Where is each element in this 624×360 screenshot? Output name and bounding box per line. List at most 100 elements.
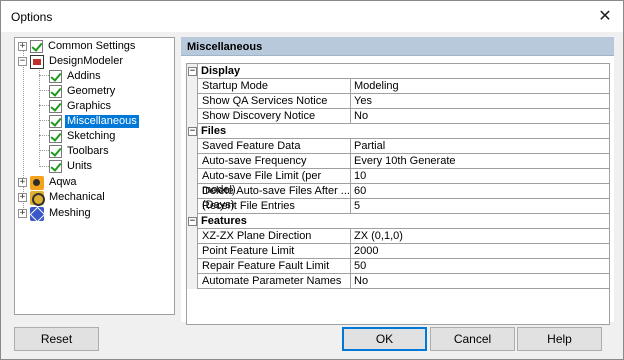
row-gutter — [187, 94, 198, 109]
collapse-icon[interactable]: − — [18, 57, 27, 66]
property-row[interactable]: Automate Parameter Names No — [187, 274, 609, 289]
help-button[interactable]: Help — [517, 327, 602, 351]
reset-button[interactable]: Reset — [14, 327, 99, 351]
property-row[interactable]: Auto-save File Limit (per model) 10 — [187, 169, 609, 196]
meshing-icon — [30, 206, 44, 221]
property-name: Startup Mode — [199, 79, 351, 93]
ok-button[interactable]: OK — [342, 327, 427, 351]
row-gutter — [187, 139, 198, 154]
property-name: Point Feature Limit — [199, 244, 351, 258]
tree-item-mechanical[interactable]: + Mechanical — [18, 190, 107, 206]
row-gutter — [187, 184, 198, 199]
tree-item-sketching[interactable]: Sketching — [49, 129, 117, 144]
tree-item-toolbars[interactable]: Toolbars — [49, 144, 111, 159]
cancel-button[interactable]: Cancel — [430, 327, 515, 351]
property-name: Auto-save File Limit (per model) — [199, 169, 351, 196]
row-gutter — [187, 109, 198, 124]
collapse-icon[interactable]: − — [188, 217, 197, 226]
expand-icon[interactable]: + — [18, 193, 27, 202]
tree-item-label: Mechanical — [49, 191, 105, 203]
expand-icon[interactable]: + — [18, 178, 27, 187]
tree-item-label: Addins — [67, 70, 101, 82]
mechanical-icon — [30, 190, 45, 206]
property-row[interactable]: Startup Mode Modeling — [187, 79, 609, 94]
property-value[interactable]: 10 — [353, 169, 366, 183]
tree-item-common-settings[interactable]: + Common Settings — [18, 39, 137, 54]
property-value[interactable]: Modeling — [353, 79, 399, 93]
tree-connector — [39, 166, 49, 167]
tree-item-label: Units — [67, 160, 93, 172]
tree-connector — [39, 75, 49, 76]
property-grid[interactable]: − Display Startup Mode Modeling Show QA … — [186, 63, 610, 325]
property-value[interactable]: 60 — [353, 184, 366, 198]
property-name: Delete Auto-save Files After ... (Days) — [199, 184, 351, 211]
tree-item-units[interactable]: Units — [49, 159, 94, 174]
check-icon — [49, 100, 62, 113]
panel-header: Miscellaneous — [181, 37, 614, 56]
designmodeler-icon — [30, 54, 44, 69]
tree-item-addins[interactable]: Addins — [49, 69, 103, 84]
tree-connector — [39, 66, 40, 167]
collapse-icon[interactable]: − — [188, 127, 197, 136]
property-row[interactable]: Show Discovery Notice No — [187, 109, 609, 124]
panel-title: Miscellaneous — [187, 41, 263, 53]
tree-item-graphics[interactable]: Graphics — [49, 99, 113, 114]
property-row[interactable]: XZ-ZX Plane Direction ZX (0,1,0) — [187, 229, 609, 244]
row-gutter — [187, 259, 198, 274]
category-row-features[interactable]: − Features — [187, 214, 609, 229]
property-value[interactable]: ZX (0,1,0) — [353, 229, 403, 243]
property-value[interactable]: No — [353, 109, 368, 123]
property-value[interactable]: No — [353, 274, 368, 288]
close-icon[interactable]: ✕ — [593, 5, 617, 27]
row-gutter: − — [187, 124, 198, 139]
tree-item-meshing[interactable]: + Meshing — [18, 206, 93, 221]
property-value[interactable]: Yes — [353, 94, 372, 108]
tree-item-label: Sketching — [67, 130, 116, 142]
property-value[interactable]: 50 — [353, 259, 366, 273]
row-gutter: − — [187, 214, 198, 229]
expand-icon[interactable]: + — [18, 42, 27, 51]
expand-icon[interactable]: + — [18, 209, 27, 218]
property-value[interactable]: Every 10th Generate — [353, 154, 456, 168]
check-icon — [49, 85, 62, 98]
check-icon — [49, 160, 62, 173]
category-row-files[interactable]: − Files — [187, 124, 609, 139]
tree-item-label: Meshing — [49, 207, 91, 219]
check-icon — [30, 40, 43, 53]
property-name: Recent File Entries — [199, 199, 351, 213]
check-icon — [49, 115, 62, 128]
check-icon — [49, 130, 62, 143]
check-icon — [49, 70, 62, 83]
property-value[interactable]: 5 — [353, 199, 360, 213]
property-row[interactable]: Delete Auto-save Files After ... (Days) … — [187, 184, 609, 211]
property-row[interactable]: Auto-save Frequency Every 10th Generate — [187, 154, 609, 169]
tree-item-label: Geometry — [67, 85, 116, 97]
tree-connector — [39, 105, 49, 106]
collapse-icon[interactable]: − — [188, 67, 197, 76]
property-value[interactable]: 2000 — [353, 244, 378, 258]
tree-item-label: Toolbars — [67, 145, 109, 157]
category-label: Features — [201, 215, 247, 227]
tree-item-aqwa[interactable]: + Aqwa — [18, 175, 79, 190]
property-name: XZ-ZX Plane Direction — [199, 229, 351, 243]
property-row[interactable]: Saved Feature Data Partial — [187, 139, 609, 154]
tree-item-miscellaneous[interactable]: Miscellaneous — [49, 114, 139, 129]
property-value[interactable]: Partial — [353, 139, 385, 153]
row-gutter — [187, 154, 198, 169]
window-title: Options — [11, 10, 53, 24]
title-bar: Options ✕ — [1, 1, 623, 32]
property-row[interactable]: Show QA Services Notice Yes — [187, 94, 609, 109]
settings-panel: Miscellaneous − Display Startup Mode Mod… — [181, 37, 614, 325]
options-tree[interactable]: + Common Settings − DesignModeler Addins… — [14, 37, 175, 315]
tree-item-label: Common Settings — [48, 40, 136, 52]
property-row[interactable]: Repair Feature Fault Limit 50 — [187, 259, 609, 274]
tree-connector — [39, 120, 49, 121]
row-gutter — [187, 244, 198, 259]
property-name: Automate Parameter Names — [199, 274, 351, 288]
property-row[interactable]: Recent File Entries 5 — [187, 199, 609, 214]
tree-item-geometry[interactable]: Geometry — [49, 84, 117, 99]
category-row-display[interactable]: − Display — [187, 64, 609, 79]
property-row[interactable]: Point Feature Limit 2000 — [187, 244, 609, 259]
tree-connector — [39, 135, 49, 136]
tree-item-designmodeler[interactable]: − DesignModeler — [18, 54, 125, 69]
